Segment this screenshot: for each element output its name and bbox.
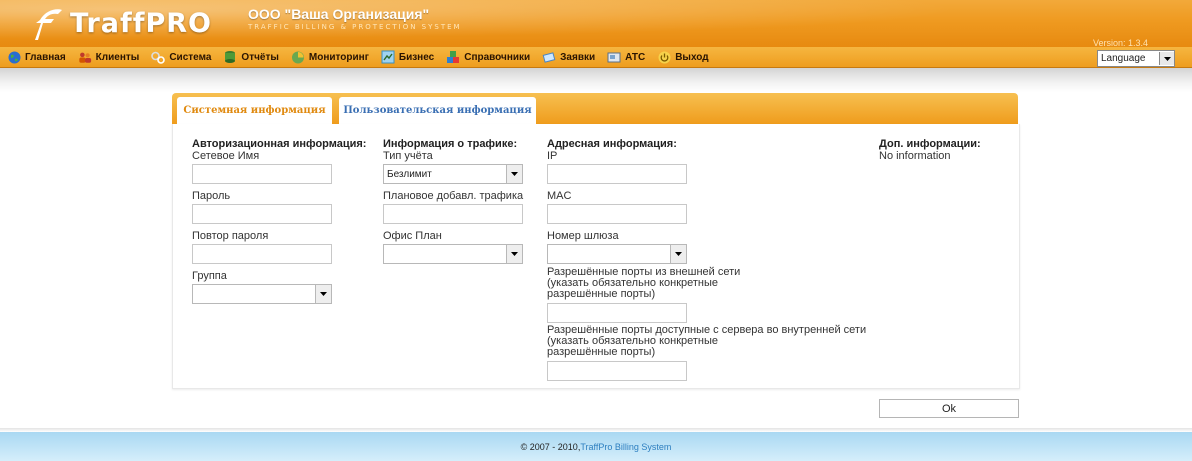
business-icon xyxy=(381,50,395,64)
menu-item-requests[interactable]: Заявки xyxy=(542,50,595,64)
menu-item-monitoring[interactable]: Мониторинг xyxy=(291,50,369,64)
account-type-select[interactable]: Безлимит xyxy=(383,164,523,184)
auth-heading: Авторизационная информация: xyxy=(192,138,367,150)
power-icon xyxy=(657,50,671,64)
blocks-icon xyxy=(446,50,460,64)
menu-item-label: Заявки xyxy=(560,51,596,63)
logo: TraffPRO xyxy=(34,6,212,40)
ip-label: IP xyxy=(547,150,558,162)
database-icon xyxy=(223,50,237,64)
menu-item-home[interactable]: Главная xyxy=(7,50,66,64)
menu-item-clients[interactable]: Клиенты xyxy=(78,50,140,64)
menu-item-label: Бизнес xyxy=(398,51,435,63)
menu-item-label: Главная xyxy=(25,51,66,63)
language-select[interactable]: Language xyxy=(1097,50,1175,67)
external-ports-label: Разрешённые порты из внешней сети (указа… xyxy=(547,267,866,300)
group-select[interactable] xyxy=(192,284,332,304)
menu-item-label: Отчёты xyxy=(241,51,279,63)
menu-item-label: Система xyxy=(169,51,212,63)
planned-traffic-label: Плановое добавл. трафика xyxy=(383,190,524,202)
chevron-down-icon xyxy=(506,165,522,183)
menu-item-business[interactable]: Бизнес xyxy=(381,50,434,64)
menu-item-reports[interactable]: Отчёты xyxy=(223,50,279,64)
chevron-down-icon xyxy=(506,245,522,263)
password-repeat-input[interactable] xyxy=(192,244,332,264)
ok-button[interactable]: Ok xyxy=(879,399,1019,418)
menu-item-label: Справочники xyxy=(464,51,531,63)
menu-item-directories[interactable]: Справочники xyxy=(446,50,530,64)
password-input[interactable] xyxy=(192,204,332,224)
footer: © 2007 - 2010, TraffPro Billing System xyxy=(0,432,1192,461)
internal-ports-label-line: разрешённые порты) xyxy=(547,346,656,358)
office-plan-select[interactable] xyxy=(383,244,523,264)
traffic-section: Информация о трафике: Тип учёта Безлимит… xyxy=(383,138,523,264)
users-icon xyxy=(78,50,92,64)
footer-copyright: © 2007 - 2010, xyxy=(520,441,581,452)
address-heading: Адресная информация: xyxy=(547,138,677,150)
language-select-value: Language xyxy=(1101,53,1146,64)
logo-text: TraffPRO xyxy=(70,7,213,39)
internal-ports-label: Разрешённые порты доступные с сервера во… xyxy=(547,325,866,358)
menu-item-logout[interactable]: Выход xyxy=(657,50,709,64)
gateway-label: Номер шлюза xyxy=(547,230,619,242)
password-repeat-label: Повтор пароля xyxy=(192,230,269,242)
main-menu: Главная Клиенты Система Отчёты Мониторин… xyxy=(0,47,1192,68)
mac-label: MAC xyxy=(547,190,572,202)
chevron-down-icon xyxy=(1159,52,1174,65)
gears-icon xyxy=(151,50,166,64)
toolbar-gradient xyxy=(0,68,1192,92)
monitor-icon xyxy=(291,50,305,64)
ip-input[interactable] xyxy=(547,164,687,184)
menu-item-label: Выход xyxy=(675,51,709,63)
network-name-label: Сетевое Имя xyxy=(192,150,260,162)
address-section: Адресная информация: IP MAC Номер шлюза … xyxy=(547,138,866,381)
menu-item-label: Мониторинг xyxy=(308,51,369,63)
tab-user-info[interactable]: Пользовательская информация xyxy=(339,97,536,124)
password-label: Пароль xyxy=(192,190,231,202)
extra-section: Доп. информации: No information xyxy=(879,138,981,162)
network-name-input[interactable] xyxy=(192,164,332,184)
chevron-down-icon xyxy=(670,245,686,263)
office-plan-label: Офис План xyxy=(383,230,442,242)
menu-item-label: Клиенты xyxy=(95,51,140,63)
form-panel: Авторизационная информация: Сетевое Имя … xyxy=(172,124,1020,389)
logo-mark-icon xyxy=(34,6,64,40)
chevron-down-icon xyxy=(315,285,331,303)
footer-link[interactable]: TraffPro Billing System xyxy=(580,442,671,452)
menu-item-pbx[interactable]: АТС xyxy=(607,50,645,64)
organization-name: ООО "Ваша Организация" xyxy=(248,6,430,22)
tab-strip: Системная информация Пользовательская ин… xyxy=(172,93,1018,124)
menu-item-label: АТС xyxy=(625,51,646,63)
auth-section: Авторизационная информация: Сетевое Имя … xyxy=(192,138,366,304)
account-type-value: Безлимит xyxy=(387,168,432,180)
header: TraffPRO ООО "Ваша Организация" TRAFFIC … xyxy=(0,0,1192,48)
organization-subtitle: TRAFFIC BILLING & PROTECTION SYSTEM xyxy=(248,23,462,31)
traffic-heading: Информация о трафике: xyxy=(383,138,518,150)
gateway-select[interactable] xyxy=(547,244,687,264)
globe-icon xyxy=(7,50,21,64)
external-ports-label-line: разрешённые порты) xyxy=(547,288,656,300)
mac-input[interactable] xyxy=(547,204,687,224)
notes-icon xyxy=(542,50,556,64)
internal-ports-input[interactable] xyxy=(547,361,687,381)
extra-heading: Доп. информации: xyxy=(879,138,981,150)
extra-value: No information xyxy=(879,150,951,162)
account-type-label: Тип учёта xyxy=(383,150,433,162)
phone-icon xyxy=(607,50,621,64)
organization-block: ООО "Ваша Организация" TRAFFIC BILLING &… xyxy=(248,6,462,31)
planned-traffic-input[interactable] xyxy=(383,204,523,224)
external-ports-input[interactable] xyxy=(547,303,687,323)
tab-system-info[interactable]: Системная информация xyxy=(177,97,332,124)
group-label: Группа xyxy=(192,270,227,282)
menu-item-system[interactable]: Система xyxy=(151,50,211,64)
